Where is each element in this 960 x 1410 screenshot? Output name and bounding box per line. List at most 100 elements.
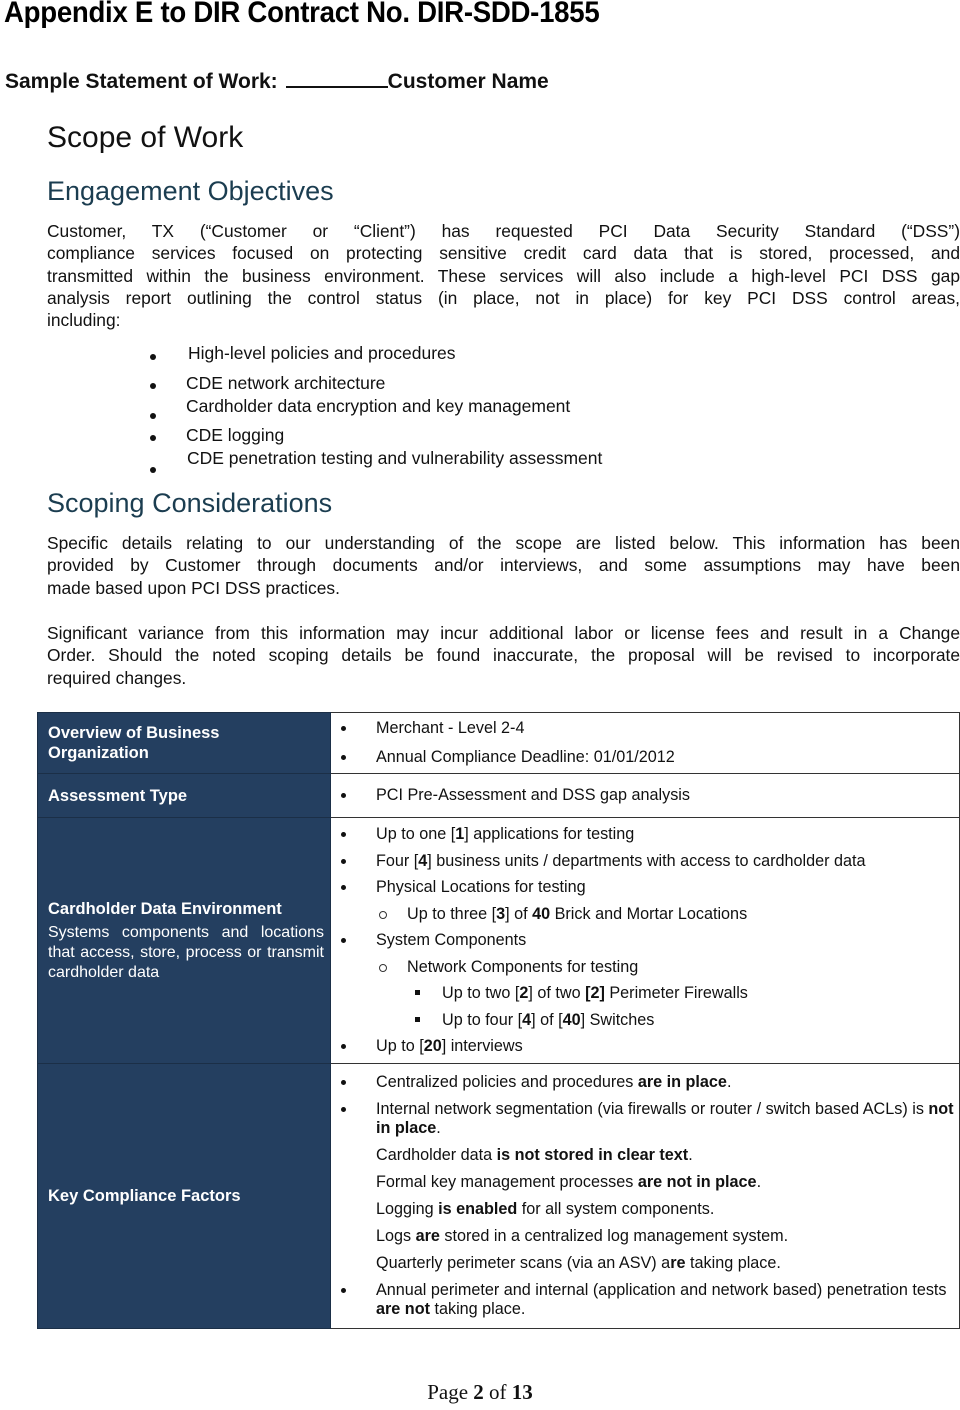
text: stored in a centralized log management s…	[439, 1227, 789, 1245]
value-list-item: Up to four [4] of [40] Switches	[331, 1011, 959, 1030]
row-label: Cardholder Data Environment	[48, 899, 282, 918]
value-list-item: Quarterly perimeter scans (via an ASV) a…	[331, 1254, 959, 1273]
text: Quarterly perimeter scans (via an ASV) a	[376, 1254, 671, 1272]
value-list-item: Logging is enabled for all system compon…	[331, 1200, 959, 1219]
text: Perimeter Firewalls	[604, 984, 748, 1002]
text: Centralized policies and procedures	[376, 1073, 638, 1091]
bold-text: is enabled	[438, 1200, 518, 1218]
page-prefix: Page	[427, 1380, 474, 1404]
engagement-line: compliance services focused on protectin…	[47, 243, 960, 264]
row-label-cell: Cardholder Data Environment Systems comp…	[37, 817, 331, 1064]
bold-text: are not	[376, 1300, 430, 1318]
scoping-details-table: Overview of Business Organization Mercha…	[37, 712, 960, 1329]
bold-text: 1	[455, 825, 465, 843]
row-label-cell: Key Compliance Factors	[37, 1063, 331, 1329]
text: taking place.	[685, 1254, 781, 1272]
text: Physical Locations for testing	[376, 878, 586, 896]
value-list-item: Merchant - Level 2-4	[331, 719, 959, 738]
bold-text: is not stored in clear text	[496, 1146, 689, 1164]
text: Annual perimeter and internal (applicati…	[376, 1281, 947, 1299]
value-list-item: Physical Locations for testing	[331, 878, 959, 897]
value-list-item: Annual Compliance Deadline: 01/01/2012	[331, 748, 959, 767]
bullet-icon	[341, 755, 346, 760]
text: Cardholder data	[376, 1146, 497, 1164]
bold-text: are	[415, 1227, 440, 1245]
text: .	[688, 1146, 693, 1164]
customer-name: Customer Name	[387, 70, 549, 93]
bullet-icon	[341, 938, 346, 943]
value-list: Up to one [1] applications for testing Fo…	[331, 825, 959, 1056]
scoping-line: Order. Should the noted scoping details …	[47, 645, 960, 666]
table-row: Cardholder Data Environment Systems comp…	[37, 817, 960, 1064]
bold-text: 40	[532, 904, 551, 923]
bullet-icon	[341, 1107, 346, 1112]
scoping-line: provided by Customer through documents a…	[47, 555, 960, 576]
engagement-line: including:	[47, 310, 121, 331]
scoping-paragraph-1: Specific details relating to our underst…	[47, 532, 960, 599]
row-description: Systems components and locations that ac…	[48, 923, 324, 981]
scoping-line: Specific details relating to our underst…	[47, 533, 960, 553]
bullet-icon	[341, 793, 346, 798]
scoping-line: Significant variance from this informati…	[47, 623, 960, 643]
value-list-item: Up to three [3] of 40 Brick and Mortar L…	[331, 905, 959, 924]
text: Brick and Mortar Locations	[550, 904, 748, 923]
scoping-line: made based upon PCI DSS practices.	[47, 577, 340, 598]
bold-text: are not in place	[637, 1173, 757, 1191]
list-item-text: High-level policies and procedures	[188, 343, 456, 363]
bold-text: 20	[423, 1037, 442, 1055]
text: Formal key management processes	[376, 1173, 638, 1191]
text: Logging	[376, 1200, 439, 1218]
table-row: Key Compliance Factors Centralized polic…	[37, 1063, 960, 1329]
bold-text: 4	[522, 1010, 532, 1029]
scoping-paragraph-2: Significant variance from this informati…	[47, 622, 960, 689]
engagement-line: Customer, TX (“Customer or “Client”) has…	[47, 221, 960, 241]
value-list-item: Up to two [2] of two [2] Perimeter Firew…	[331, 984, 959, 1003]
value-list-item: System Components	[331, 931, 959, 950]
text: .	[726, 1073, 732, 1091]
engagement-line: analysis report outlining the control st…	[47, 287, 960, 308]
bold-text: [2]	[585, 984, 605, 1002]
bullet-icon	[341, 858, 346, 864]
text: System Components	[376, 931, 527, 949]
page-total: 13	[511, 1380, 533, 1404]
scoping-line: required changes.	[47, 667, 187, 688]
engagement-objectives-heading: Engagement Objectives	[47, 176, 334, 206]
text: ] Switches	[580, 1010, 655, 1029]
bullet-icon	[150, 467, 156, 473]
bullet-icon	[150, 383, 156, 389]
page-current: 2	[473, 1380, 484, 1404]
text: ] business units / departments with acce…	[427, 851, 866, 870]
row-label-cell: Overview of Business Organization	[37, 712, 331, 774]
value-list-item: PCI Pre-Assessment and DSS gap analysis	[331, 786, 959, 805]
value-list-item: Centralized policies and procedures are …	[331, 1073, 959, 1092]
row-value-cell: Merchant - Level 2-4 Annual Compliance D…	[330, 712, 960, 774]
text: Annual Compliance Deadline: 01/01/2012	[376, 748, 675, 766]
hollow-bullet-icon	[379, 910, 387, 919]
scope-of-work-title: Scope of Work	[47, 121, 244, 154]
text: ] applications for testing	[464, 825, 635, 843]
value-list-item: Internal network segmentation (via firew…	[331, 1100, 959, 1138]
bold-text: are in place	[637, 1073, 727, 1091]
text: Up to three [	[407, 904, 497, 923]
row-value-cell: Up to one [1] applications for testing Fo…	[330, 817, 960, 1064]
text: ] of	[505, 904, 533, 923]
square-bullet-icon	[415, 1016, 420, 1022]
row-label: Key Compliance Factors	[48, 1187, 241, 1205]
sow-label: Sample Statement of Work:	[5, 70, 278, 93]
text: Internal network segmentation (via firew…	[376, 1100, 929, 1118]
text: Up to four [	[442, 1010, 523, 1029]
appendix-title: Appendix E to DIR Contract No. DIR-SDD-1…	[4, 0, 600, 29]
bullet-icon	[150, 435, 156, 441]
page-number: Page 2 of 13	[0, 1380, 960, 1405]
square-bullet-icon	[415, 990, 420, 995]
text: .	[756, 1173, 762, 1191]
table-row: Overview of Business Organization Mercha…	[37, 712, 960, 774]
bold-text: 4	[418, 851, 428, 870]
bullet-icon	[150, 354, 156, 360]
bullet-icon	[341, 885, 346, 890]
bullet-icon	[341, 1044, 346, 1049]
value-list-item: Four [4] business units / departments wi…	[331, 852, 959, 871]
value-list: Centralized policies and procedures are …	[331, 1073, 959, 1319]
value-list-item: Up to [20] interviews	[331, 1037, 959, 1056]
list-item-text: CDE penetration testing and vulnerabilit…	[187, 448, 603, 468]
